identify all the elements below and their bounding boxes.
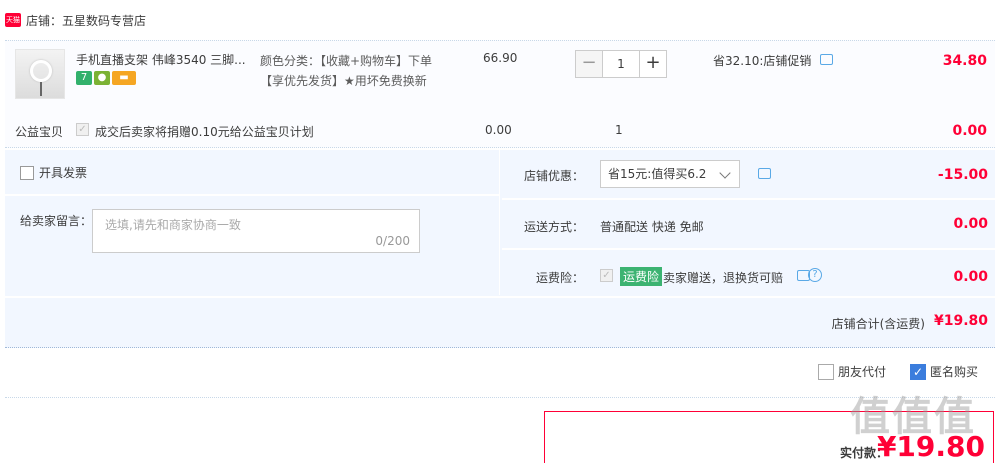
help-icon[interactable]: ? xyxy=(808,268,822,282)
shipping-method: 普通配送 快递 免邮 xyxy=(600,220,704,234)
stand-icon xyxy=(40,82,42,96)
charity-qty: 1 xyxy=(615,123,623,137)
divider xyxy=(5,194,500,196)
promo-text: 省32.10:店铺促销 xyxy=(713,54,812,68)
friend-pay-checkbox[interactable] xyxy=(818,363,834,380)
insurance-checkbox: ✓ xyxy=(600,269,613,282)
anonymous-label: 匿名购买 xyxy=(930,365,979,379)
insurance-label: 运费险： xyxy=(535,271,584,285)
item-total: 34.80 xyxy=(942,53,987,69)
product-sku: 颜色分类：【收藏+购物车】下单 【享优先发货】★用坏免费换新 xyxy=(260,51,432,91)
anonymous-checkbox[interactable]: ✓ xyxy=(910,363,927,380)
seven-day-return-icon[interactable]: 7 xyxy=(76,71,92,85)
shop-total-label: 店铺合计(含运费) xyxy=(831,317,925,331)
shipping-amount: 0.00 xyxy=(953,216,988,232)
charity-label: 公益宝贝 xyxy=(15,125,64,139)
product-service-icons: 7 ● ▬ xyxy=(76,71,136,85)
order-options-panel: 开具发票 给卖家留言： 选填,请先和商家协商一致 0/200 店铺优惠： 省15… xyxy=(5,150,995,348)
product-row: 手机直播支架 伟峰3540 三脚... 7 ● ▬ 颜色分类：【收藏+购物车】下… xyxy=(5,40,995,112)
left-options: 开具发票 给卖家留言： 选填,请先和商家协商一致 0/200 xyxy=(5,150,500,295)
ring-light-icon xyxy=(30,60,52,82)
charity-row: 公益宝贝 ✓ 成交后卖家将捐赠0.10元给公益宝贝计划 0.00 1 0.00 xyxy=(5,112,995,148)
shop-name[interactable]: 店铺：五星数码专营店 xyxy=(26,12,146,29)
anonymous-option[interactable]: ✓ 匿名购买 xyxy=(910,363,978,380)
invoice-label: 开具发票 xyxy=(39,166,88,180)
quantity-stepper: − 1 + xyxy=(575,50,667,78)
insurance-tag: 运费险 xyxy=(620,267,663,286)
friend-pay-option[interactable]: 朋友代付 xyxy=(818,363,886,380)
message-placeholder: 选填,请先和商家协商一致 xyxy=(105,218,241,232)
product-thumbnail[interactable] xyxy=(15,49,65,99)
shop-total-row: 店铺合计(含运费) ¥19.80 xyxy=(5,296,995,348)
divider xyxy=(502,248,995,250)
sku-line: 颜色分类：【收藏+购物车】下单 xyxy=(260,54,433,68)
friend-pay-label: 朋友代付 xyxy=(838,365,887,379)
credit-card-icon[interactable]: ▬ xyxy=(112,71,136,85)
shop-total-value: ¥19.80 xyxy=(933,313,988,329)
unit-price: 66.90 xyxy=(483,51,518,65)
sku-line: 【享优先发货】★用坏免费换新 xyxy=(260,74,427,88)
charity-checkbox: ✓ xyxy=(76,123,89,136)
product-title[interactable]: 手机直播支架 伟峰3540 三脚... xyxy=(76,51,246,68)
discount-label: 店铺优惠： xyxy=(523,169,584,183)
discount-select[interactable]: 省15元:值得买6.2 xyxy=(600,160,740,188)
insurance-text: 卖家赠送，退换货可赔 xyxy=(663,271,784,285)
discount-selected-value: 省15元:值得买6.2 xyxy=(608,167,707,181)
insurance-amount: 0.00 xyxy=(953,269,988,285)
message-label: 给卖家留言： xyxy=(20,214,93,228)
right-options: 店铺优惠： 省15元:值得买6.2 -15.00 运送方式： 普通配送 快递 免… xyxy=(502,150,995,295)
chevron-down-icon xyxy=(719,167,731,179)
shipping-label: 运送方式： xyxy=(523,220,584,234)
charity-text: 成交后卖家将捐赠0.10元给公益宝贝计划 xyxy=(95,125,314,139)
chat-icon[interactable] xyxy=(820,54,833,65)
invoice-checkbox[interactable] xyxy=(20,165,34,180)
divider xyxy=(502,198,995,200)
charity-price: 0.00 xyxy=(485,123,512,137)
watermark: 值值值 xyxy=(850,393,976,440)
charity-total: 0.00 xyxy=(952,123,987,139)
shop-header: 天猫 店铺：五星数码专营店 xyxy=(5,10,146,30)
invoice-option[interactable]: 开具发票 xyxy=(20,164,87,181)
qty-input[interactable]: 1 xyxy=(603,50,639,78)
message-char-count: 0/200 xyxy=(375,234,410,248)
discount-amount: -15.00 xyxy=(937,167,988,183)
android-icon[interactable]: ● xyxy=(94,71,110,85)
qty-plus-button[interactable]: + xyxy=(639,50,667,78)
chat-icon[interactable] xyxy=(758,168,771,179)
message-textarea[interactable]: 选填,请先和商家协商一致 0/200 xyxy=(92,209,420,253)
divider xyxy=(5,397,995,398)
payment-options: 朋友代付 ✓ 匿名购买 xyxy=(818,363,978,380)
qty-minus-button[interactable]: − xyxy=(575,50,603,78)
tmall-badge-icon: 天猫 xyxy=(5,13,21,27)
